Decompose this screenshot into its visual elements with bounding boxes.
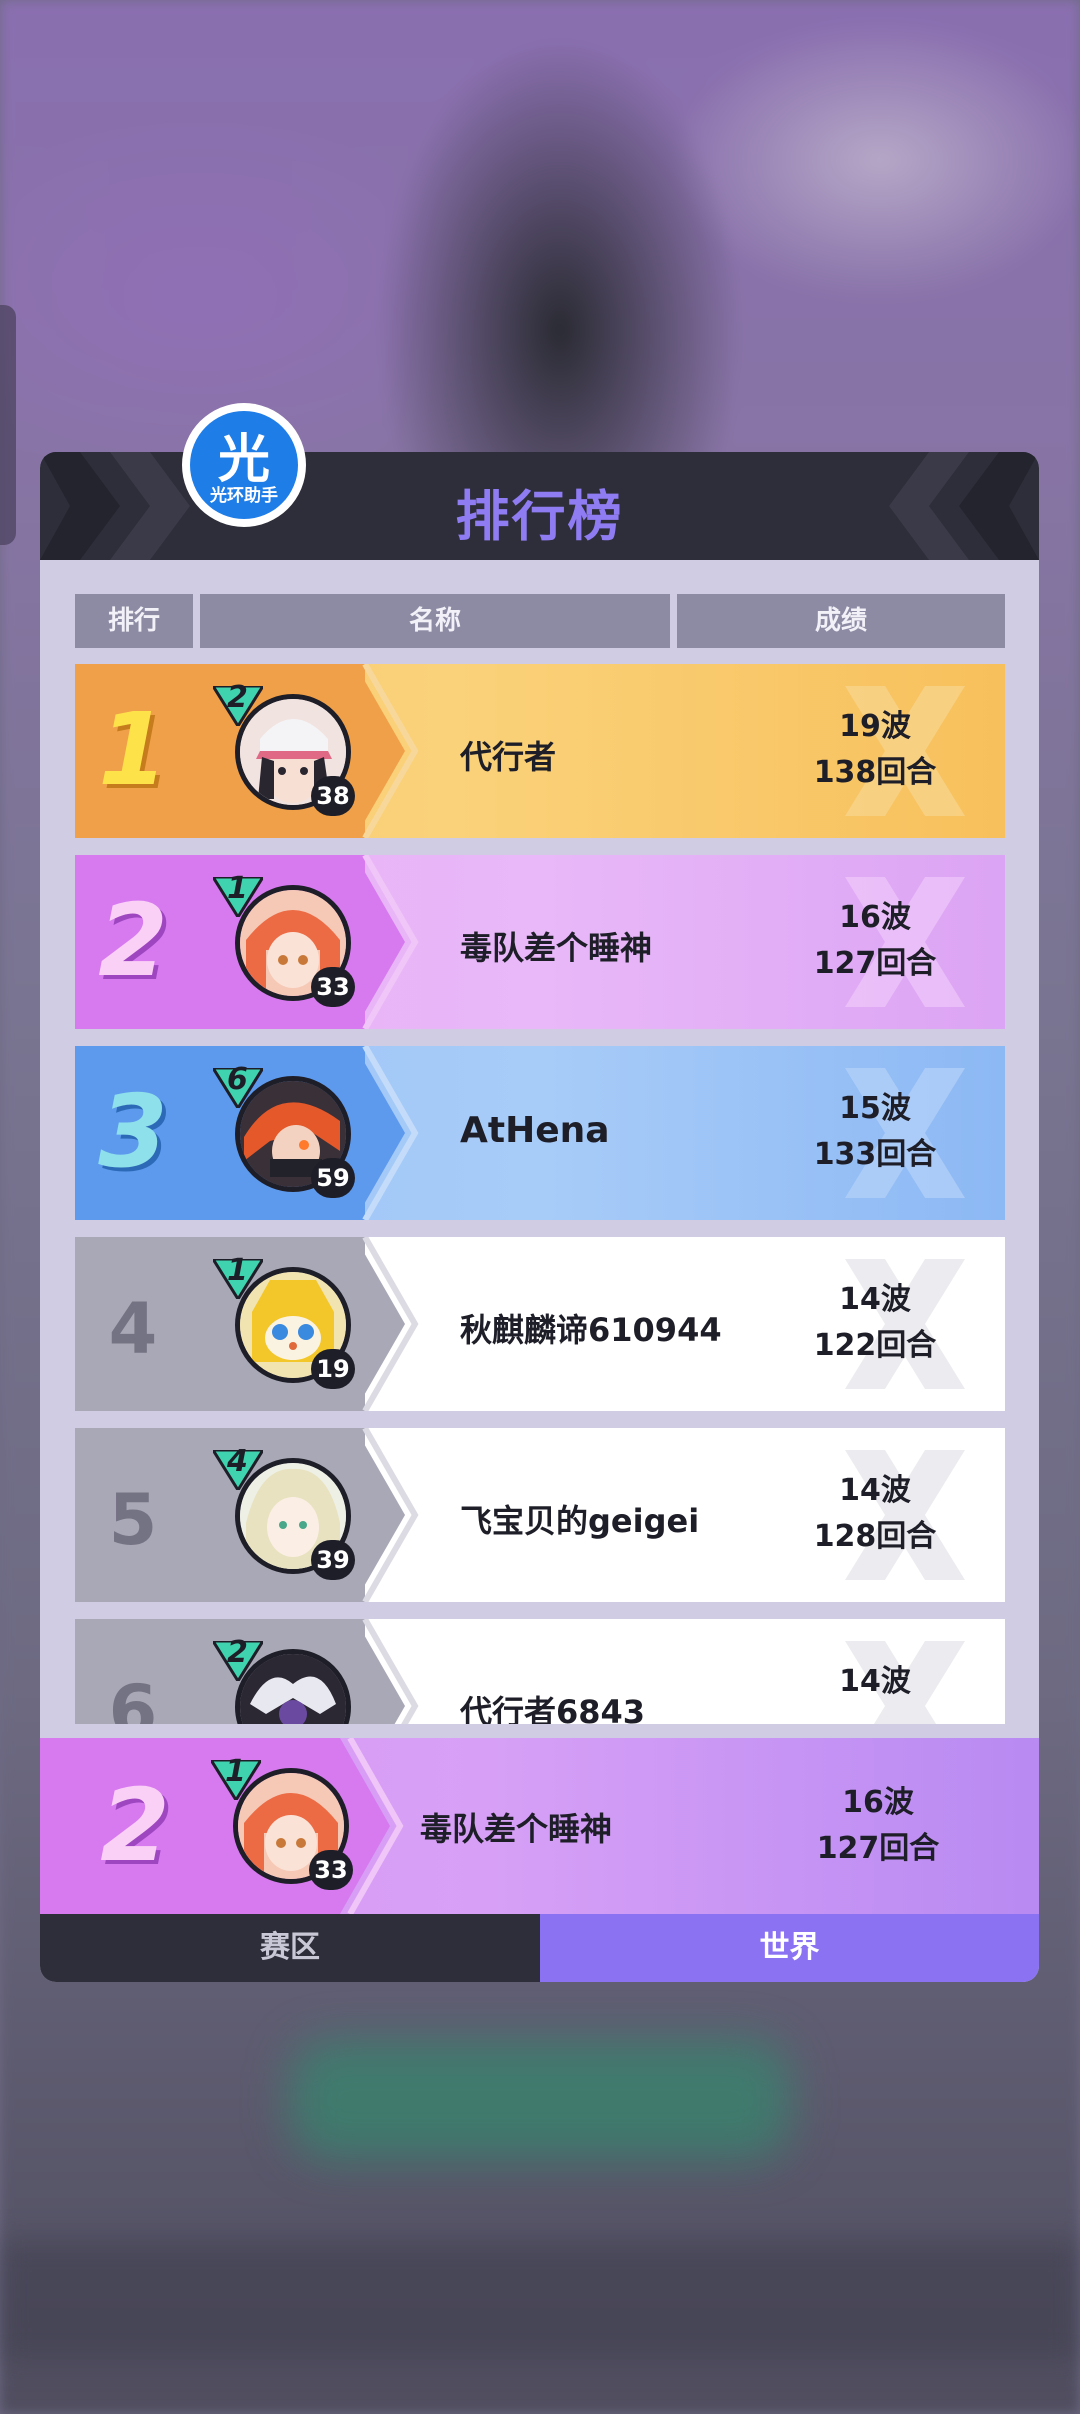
player-score: 16波 127回合 [765, 895, 985, 987]
vip-level: 2 [227, 680, 248, 715]
rounds-value: 138回合 [813, 755, 937, 790]
leaderboard-row[interactable]: 6 2 代行者6843 14波 [75, 1619, 1005, 1724]
my-rank-row[interactable]: 2 1 33 毒队差个睡神 16波 127回合 [40, 1738, 1039, 1914]
waves-value: 14波 [839, 1664, 911, 1699]
vip-level: 6 [227, 1062, 248, 1097]
app-logo[interactable]: 光 光环助手 [182, 403, 306, 527]
rounds-value: 127回合 [813, 946, 937, 981]
waves-value: 16波 [839, 900, 911, 935]
waves-value: 19波 [839, 709, 911, 744]
column-header-score: 成绩 [677, 594, 1005, 648]
leaderboard-row[interactable]: 4 1 19 秋麒麟谛610944 14波 122回合 [75, 1237, 1005, 1411]
rounds-value: 122回合 [813, 1328, 937, 1363]
rank-number: 4 [108, 1288, 158, 1370]
leaderboard-row[interactable]: 1 2 38 代行者 19波 138回合 [75, 664, 1005, 838]
rank-number: 5 [108, 1479, 158, 1561]
leaderboard-row[interactable]: 5 4 39 飞宝贝的geigei 14波 128回合 [75, 1428, 1005, 1602]
tab-world[interactable]: 世界 [540, 1914, 1039, 1982]
player-name: AtHena [460, 1110, 610, 1151]
rounds-value: 127回合 [816, 1831, 940, 1866]
player-score: 19波 138回合 [765, 704, 985, 796]
player-score: 14波 122回合 [765, 1277, 985, 1369]
side-handle[interactable] [0, 305, 16, 545]
player-score: 14波 128回合 [765, 1468, 985, 1560]
vip-level: 4 [227, 1444, 248, 1479]
column-header-name: 名称 [200, 594, 670, 648]
leaderboard-panel: 排行榜 排行 名称 成绩 1 2 38 代行者 19波 138回合 2 1 33… [40, 452, 1039, 1982]
player-level: 39 [311, 1540, 355, 1580]
waves-value: 14波 [839, 1473, 911, 1508]
player-name: 毒队差个睡神 [460, 929, 653, 967]
player-level: 33 [311, 967, 355, 1007]
player-score: 16波 127回合 [768, 1780, 988, 1872]
vip-level: 2 [227, 1635, 248, 1670]
player-name: 毒队差个睡神 [420, 1810, 613, 1848]
rank-number: 2 [100, 1767, 170, 1884]
player-level: 19 [311, 1349, 355, 1389]
rank-number: 3 [98, 1073, 168, 1190]
vip-level: 1 [225, 1754, 246, 1789]
rank-number: 1 [98, 691, 168, 808]
player-name: 代行者 [460, 738, 557, 776]
rounds-value: 128回合 [813, 1519, 937, 1554]
player-level: 38 [311, 776, 355, 816]
tab-region[interactable]: 赛区 [40, 1914, 540, 1982]
player-level: 33 [309, 1850, 353, 1890]
player-name: 飞宝贝的geigei [460, 1502, 700, 1540]
player-level: 59 [311, 1158, 355, 1198]
waves-value: 15波 [839, 1091, 911, 1126]
background-button-blur [290, 2040, 790, 2160]
player-name: 秋麒麟谛610944 [460, 1311, 722, 1349]
logo-badge: 光 光环助手 [190, 411, 298, 519]
rank-number: 6 [108, 1670, 158, 1724]
logo-text: 光环助手 [210, 486, 278, 506]
background-bottom-strip [0, 2240, 1080, 2360]
waves-value: 14波 [839, 1282, 911, 1317]
leaderboard-row[interactable]: 2 1 33 毒队差个睡神 16波 127回合 [75, 855, 1005, 1029]
vip-level: 1 [227, 871, 248, 906]
rank-number: 2 [98, 882, 168, 999]
leaderboard-row[interactable]: 3 6 59 AtHena 15波 133回合 [75, 1046, 1005, 1220]
player-score: 15波 133回合 [765, 1086, 985, 1178]
leaderboard-list[interactable]: 1 2 38 代行者 19波 138回合 2 1 33 毒队差个睡神 16波 1… [75, 664, 1005, 1724]
player-score: 14波 [765, 1659, 985, 1705]
region-tabs: 赛区 世界 [40, 1914, 1039, 1982]
column-header-rank: 排行 [75, 594, 193, 648]
rounds-value: 133回合 [813, 1137, 937, 1172]
vip-level: 1 [227, 1253, 248, 1288]
player-name: 代行者6843 [460, 1693, 646, 1724]
waves-value: 16波 [842, 1785, 914, 1820]
